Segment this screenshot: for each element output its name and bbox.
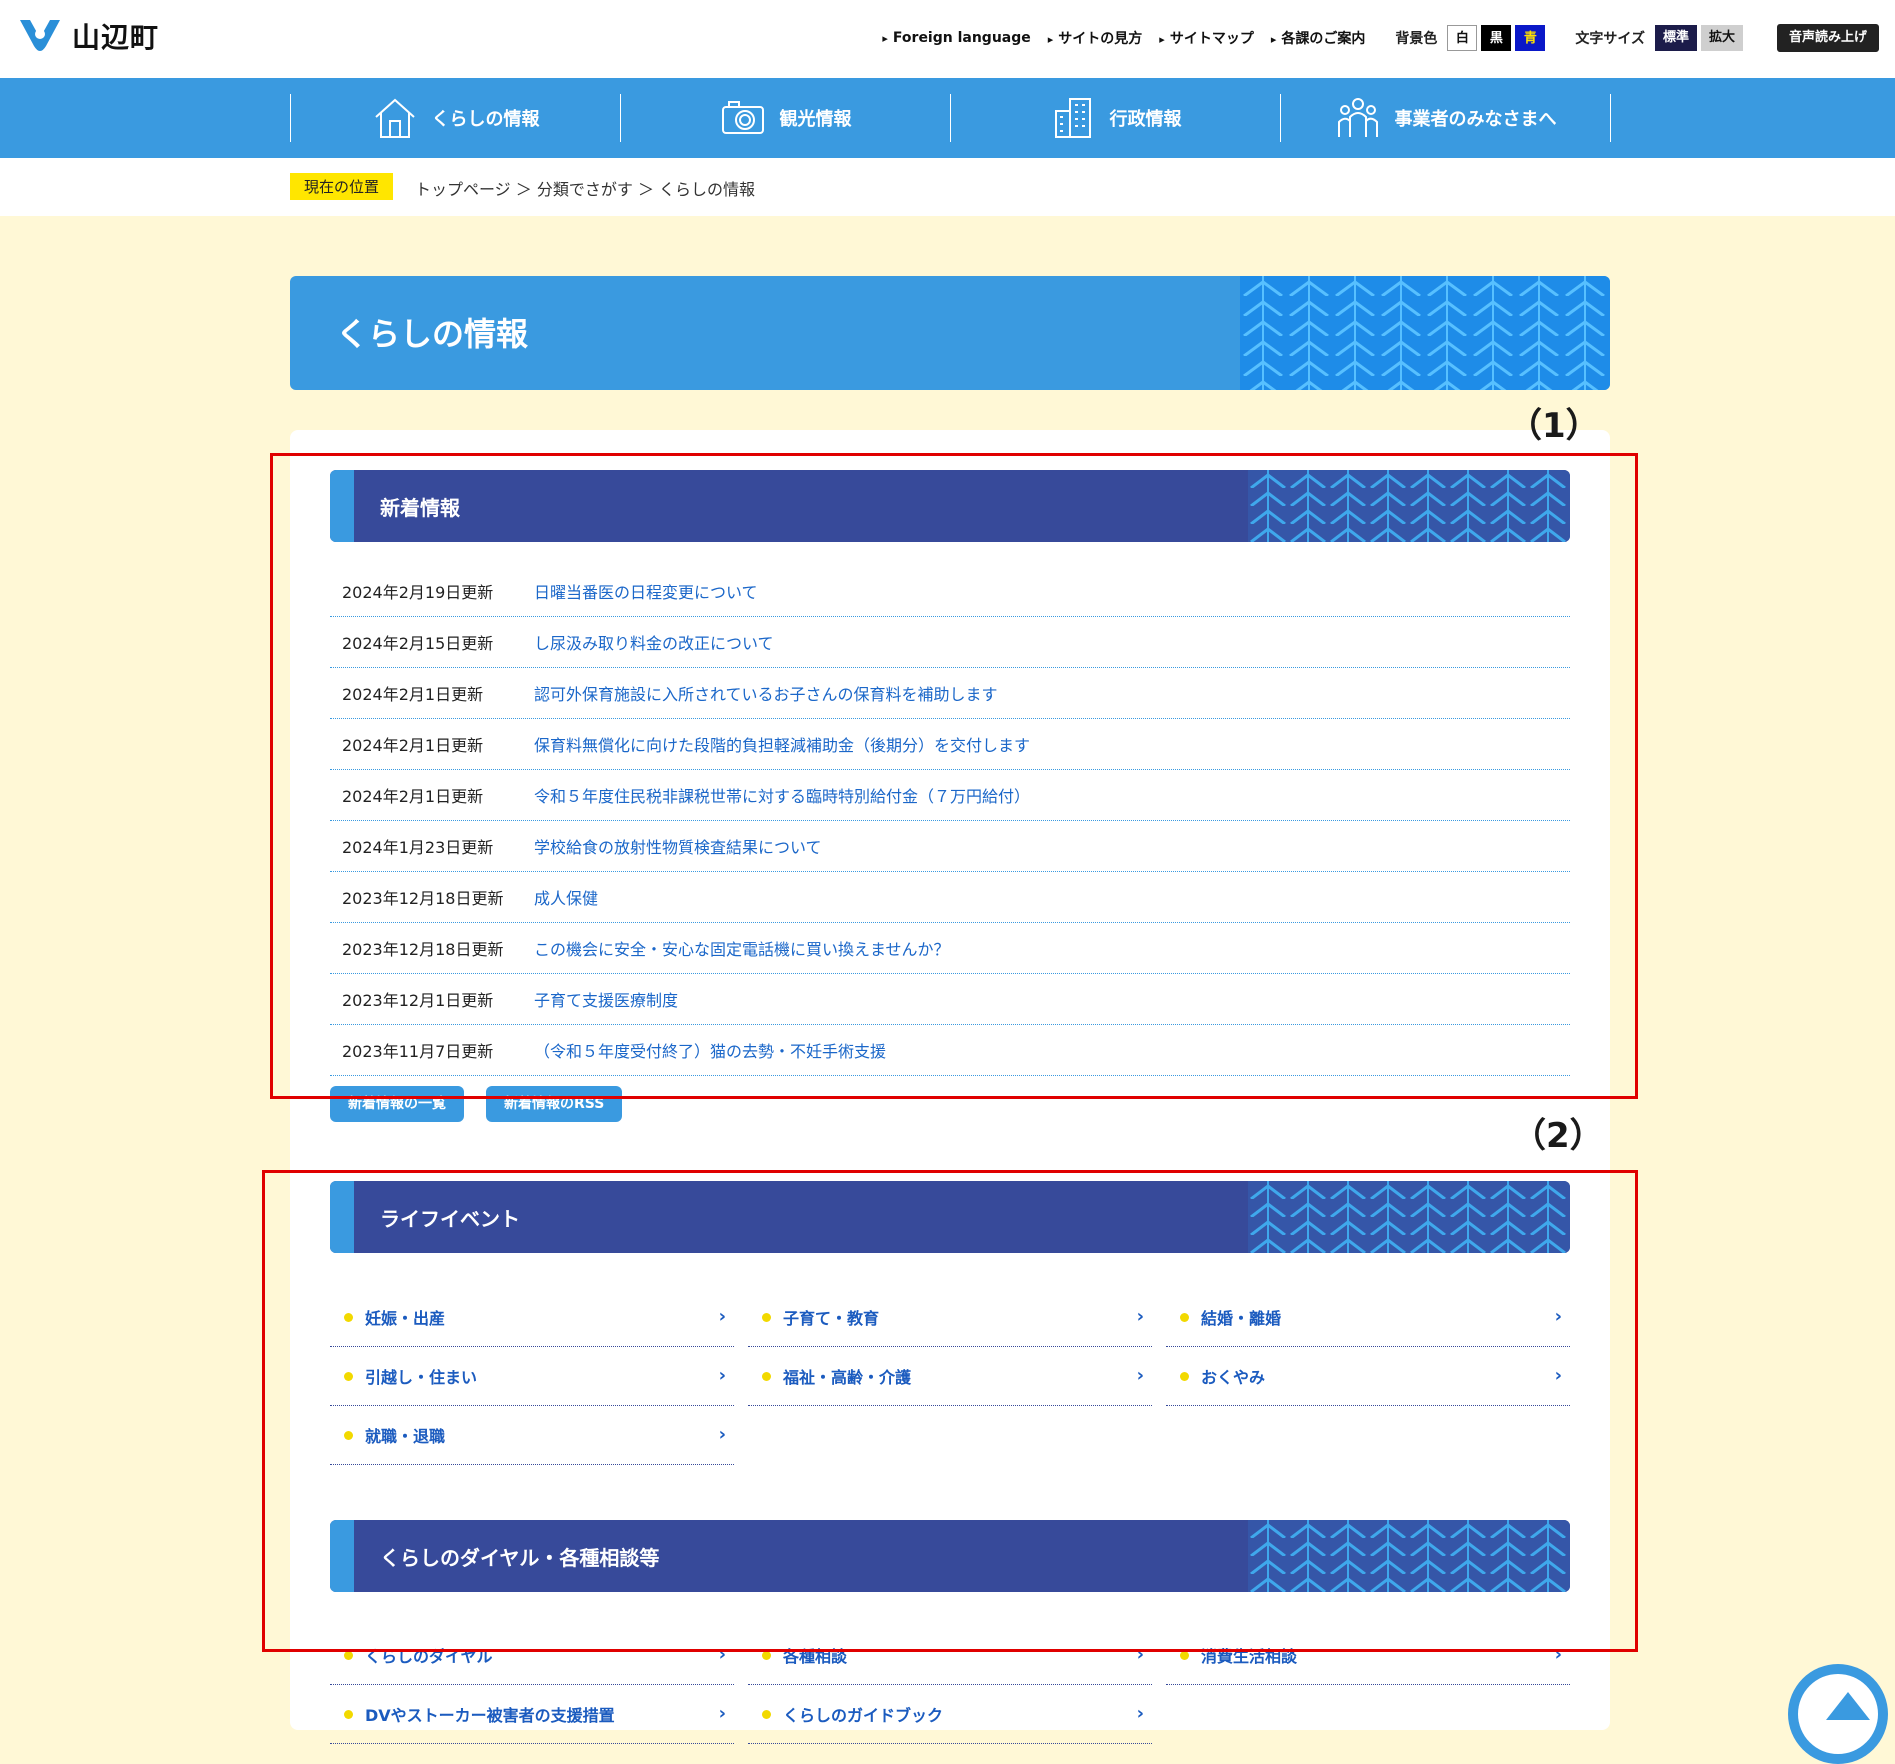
- foreign-language-link[interactable]: Foreign language: [882, 30, 1031, 46]
- nav-item-administration[interactable]: 行政情報: [951, 94, 1281, 142]
- annotation-label-2: （2）: [1512, 1116, 1604, 1156]
- bg-white-button[interactable]: 白: [1447, 25, 1478, 51]
- sitemap-link[interactable]: サイトマップ: [1159, 28, 1254, 48]
- dial-item[interactable]: DVやストーカー被害者の支援措置 ›: [330, 1685, 734, 1744]
- people-icon: [1337, 98, 1378, 137]
- nav-label: くらしの情報: [431, 109, 540, 130]
- breadcrumb: 現在の位置 トップページ ＞ 分類でさがす ＞ くらしの情報: [0, 158, 1895, 216]
- bg-color-label: 背景色: [1395, 31, 1438, 47]
- global-nav: くらしの情報 観光情報 行政情報 事業者のみなさまへ: [0, 78, 1895, 158]
- dial-label: くらしのガイドブック: [783, 1706, 944, 1725]
- dial-item[interactable]: くらしのガイドブック ›: [748, 1685, 1152, 1744]
- site-logo[interactable]: 山辺町: [18, 16, 159, 56]
- house-icon: [374, 98, 415, 138]
- bg-black-button[interactable]: 黒: [1481, 25, 1512, 51]
- annotation-box-2: [262, 1170, 1638, 1652]
- site-header: 山辺町 Foreign language サイトの見方 サイトマップ 各課のご案…: [0, 0, 1895, 78]
- annotation-label-1: （1）: [1508, 406, 1600, 446]
- town-emblem-icon: [20, 20, 60, 51]
- bg-blue-button[interactable]: 青: [1515, 25, 1546, 51]
- site-guide-link[interactable]: サイトの見方: [1048, 28, 1142, 48]
- decorative-pattern-icon: [1240, 276, 1610, 390]
- nav-label: 事業者のみなさまへ: [1394, 109, 1557, 130]
- page-title-banner: くらしの情報: [290, 276, 1610, 390]
- breadcrumb-path[interactable]: トップページ ＞ 分類でさがす ＞ くらしの情報: [415, 176, 755, 200]
- site-name: 山辺町: [72, 21, 160, 54]
- nav-item-business[interactable]: 事業者のみなさまへ: [1281, 94, 1611, 142]
- font-standard-button[interactable]: 標準: [1654, 25, 1697, 51]
- camera-icon: [721, 101, 764, 134]
- dial-label: DVやストーカー被害者の支援措置: [365, 1706, 615, 1725]
- breadcrumb-label: 現在の位置: [290, 173, 394, 200]
- back-to-top-button[interactable]: [1788, 1664, 1888, 1764]
- nav-item-tourism[interactable]: 観光情報: [621, 94, 951, 142]
- nav-label: 行政情報: [1109, 109, 1182, 130]
- voice-reading-button[interactable]: 音声読み上げ: [1776, 24, 1879, 52]
- utility-bar: Foreign language サイトの見方 サイトマップ 各課のご案内 背景…: [865, 24, 1879, 52]
- annotation-box-1: [270, 453, 1638, 1099]
- font-size-label: 文字サイズ: [1575, 31, 1645, 47]
- nav-label: 観光情報: [779, 109, 852, 130]
- chevron-right-icon: ›: [1136, 1703, 1144, 1724]
- departments-link[interactable]: 各課のご案内: [1271, 28, 1365, 48]
- arrow-up-icon: [1826, 1692, 1870, 1720]
- building-icon: [1054, 98, 1091, 138]
- chevron-right-icon: ›: [718, 1703, 726, 1724]
- font-large-button[interactable]: 拡大: [1700, 25, 1743, 51]
- page-title: くらしの情報: [336, 315, 529, 353]
- nav-item-living[interactable]: くらしの情報: [291, 94, 621, 142]
